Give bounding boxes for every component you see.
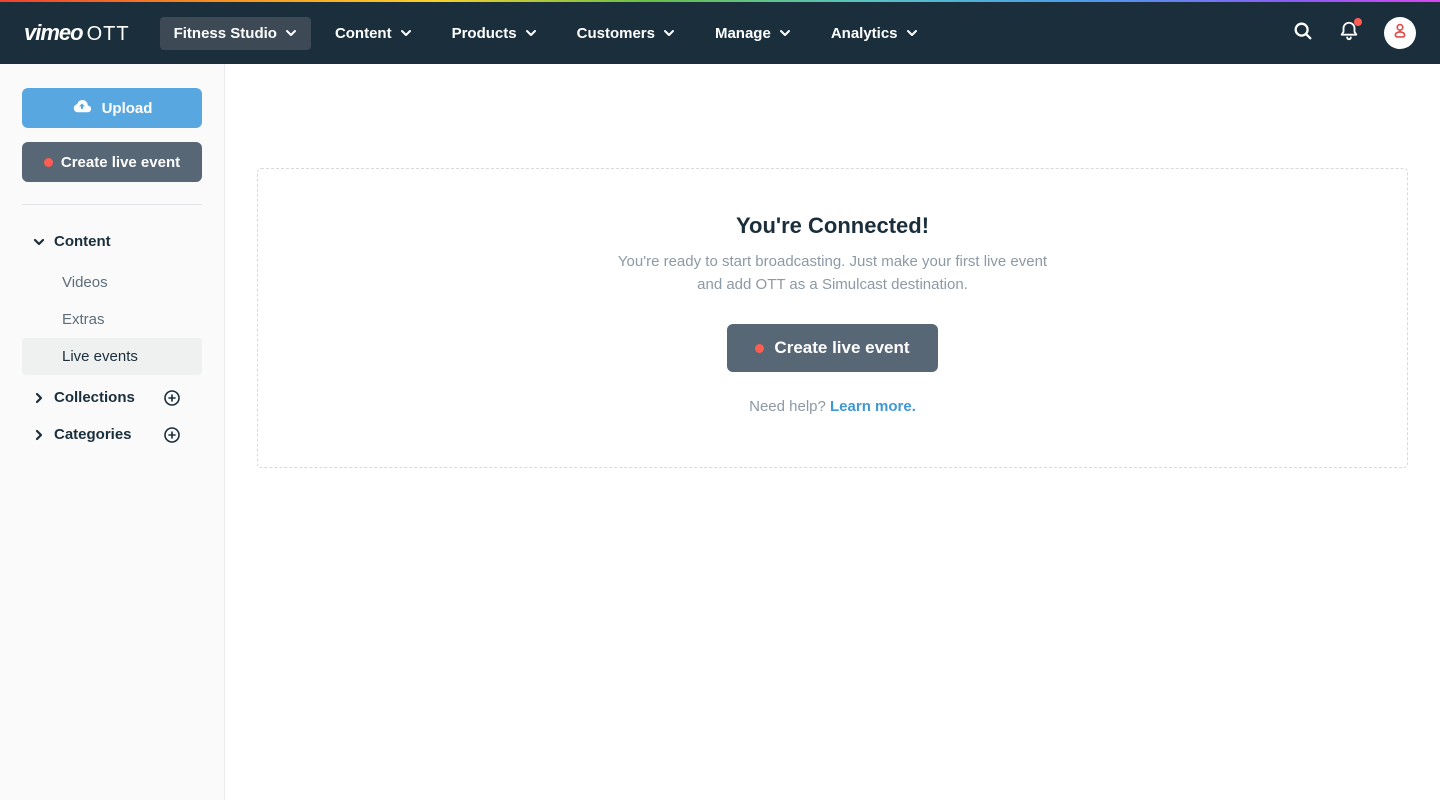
brand-name-main: vimeo	[24, 20, 83, 46]
chevron-down-icon	[906, 27, 918, 39]
chevron-down-icon	[525, 27, 537, 39]
nav-item-content[interactable]: Content	[319, 17, 428, 50]
nav-item-label: Products	[452, 25, 517, 42]
avatar[interactable]	[1384, 17, 1416, 49]
live-dot-icon	[44, 158, 53, 167]
create-live-event-cta-button[interactable]: Create live event	[727, 324, 937, 372]
chevron-down-icon	[400, 27, 412, 39]
sidebar-item-label: Extras	[62, 311, 105, 328]
learn-more-link[interactable]: Learn more.	[830, 398, 916, 415]
top-bar: vimeo OTT Fitness Studio Content Product…	[0, 2, 1440, 64]
avatar-icon	[1389, 20, 1411, 47]
nav-item-products[interactable]: Products	[436, 17, 553, 50]
nav-item-customers[interactable]: Customers	[561, 17, 691, 50]
help-text: Need help? Learn more.	[298, 398, 1367, 415]
nav-item-manage[interactable]: Manage	[699, 17, 807, 50]
notifications-button[interactable]	[1338, 20, 1360, 47]
chevron-down-icon	[779, 27, 791, 39]
sidebar-item-live-events[interactable]: Live events	[22, 338, 202, 375]
sidebar: Upload Create live event Content Videos	[0, 64, 225, 800]
brand-name-sub: OTT	[87, 23, 130, 46]
nav-item-label: Content	[335, 25, 392, 42]
create-live-event-cta-label: Create live event	[774, 338, 909, 358]
connected-panel: You're Connected! You're ready to start …	[257, 168, 1408, 468]
upload-button[interactable]: Upload	[22, 88, 202, 128]
upload-label: Upload	[102, 100, 153, 117]
sidebar-item-extras[interactable]: Extras	[22, 301, 202, 338]
sidebar-section-categories: Categories	[0, 416, 224, 453]
search-button[interactable]	[1292, 20, 1314, 47]
site-selector-label: Fitness Studio	[174, 25, 277, 42]
top-nav: Fitness Studio Content Products Customer…	[160, 17, 934, 50]
brand-logo[interactable]: vimeo OTT	[24, 20, 130, 46]
sidebar-header-collections[interactable]: Collections	[0, 379, 224, 416]
topbar-right	[1292, 17, 1416, 49]
chevron-down-icon	[285, 27, 297, 39]
sidebar-header-content[interactable]: Content	[0, 223, 224, 260]
chevron-down-icon	[32, 235, 46, 249]
chevron-right-icon	[32, 428, 46, 442]
sidebar-divider	[22, 204, 202, 205]
cloud-upload-icon	[72, 98, 92, 118]
create-live-event-label: Create live event	[61, 154, 180, 171]
notification-dot-icon	[1354, 18, 1362, 26]
sidebar-header-label: Collections	[54, 389, 135, 406]
nav-item-analytics[interactable]: Analytics	[815, 17, 934, 50]
sidebar-section-collections: Collections	[0, 379, 224, 416]
sidebar-header-categories[interactable]: Categories	[0, 416, 224, 453]
nav-item-label: Analytics	[831, 25, 898, 42]
sidebar-item-videos[interactable]: Videos	[22, 264, 202, 301]
help-prefix: Need help?	[749, 398, 830, 415]
live-dot-icon	[755, 344, 764, 353]
create-live-event-button[interactable]: Create live event	[22, 142, 202, 182]
sidebar-header-label: Categories	[54, 426, 132, 443]
sidebar-header-label: Content	[54, 233, 111, 250]
connected-title: You're Connected!	[298, 213, 1367, 239]
add-collection-button[interactable]	[164, 390, 180, 406]
search-icon	[1292, 20, 1314, 47]
add-category-button[interactable]	[164, 427, 180, 443]
connected-description: You're ready to start broadcasting. Just…	[613, 251, 1053, 296]
sidebar-item-label: Live events	[62, 348, 138, 365]
chevron-right-icon	[32, 391, 46, 405]
main-content: You're Connected! You're ready to start …	[225, 64, 1440, 800]
site-selector-dropdown[interactable]: Fitness Studio	[160, 17, 311, 50]
sidebar-item-label: Videos	[62, 274, 108, 291]
nav-item-label: Manage	[715, 25, 771, 42]
sidebar-section-content: Content Videos Extras Live events	[0, 223, 224, 379]
chevron-down-icon	[663, 27, 675, 39]
nav-item-label: Customers	[577, 25, 655, 42]
